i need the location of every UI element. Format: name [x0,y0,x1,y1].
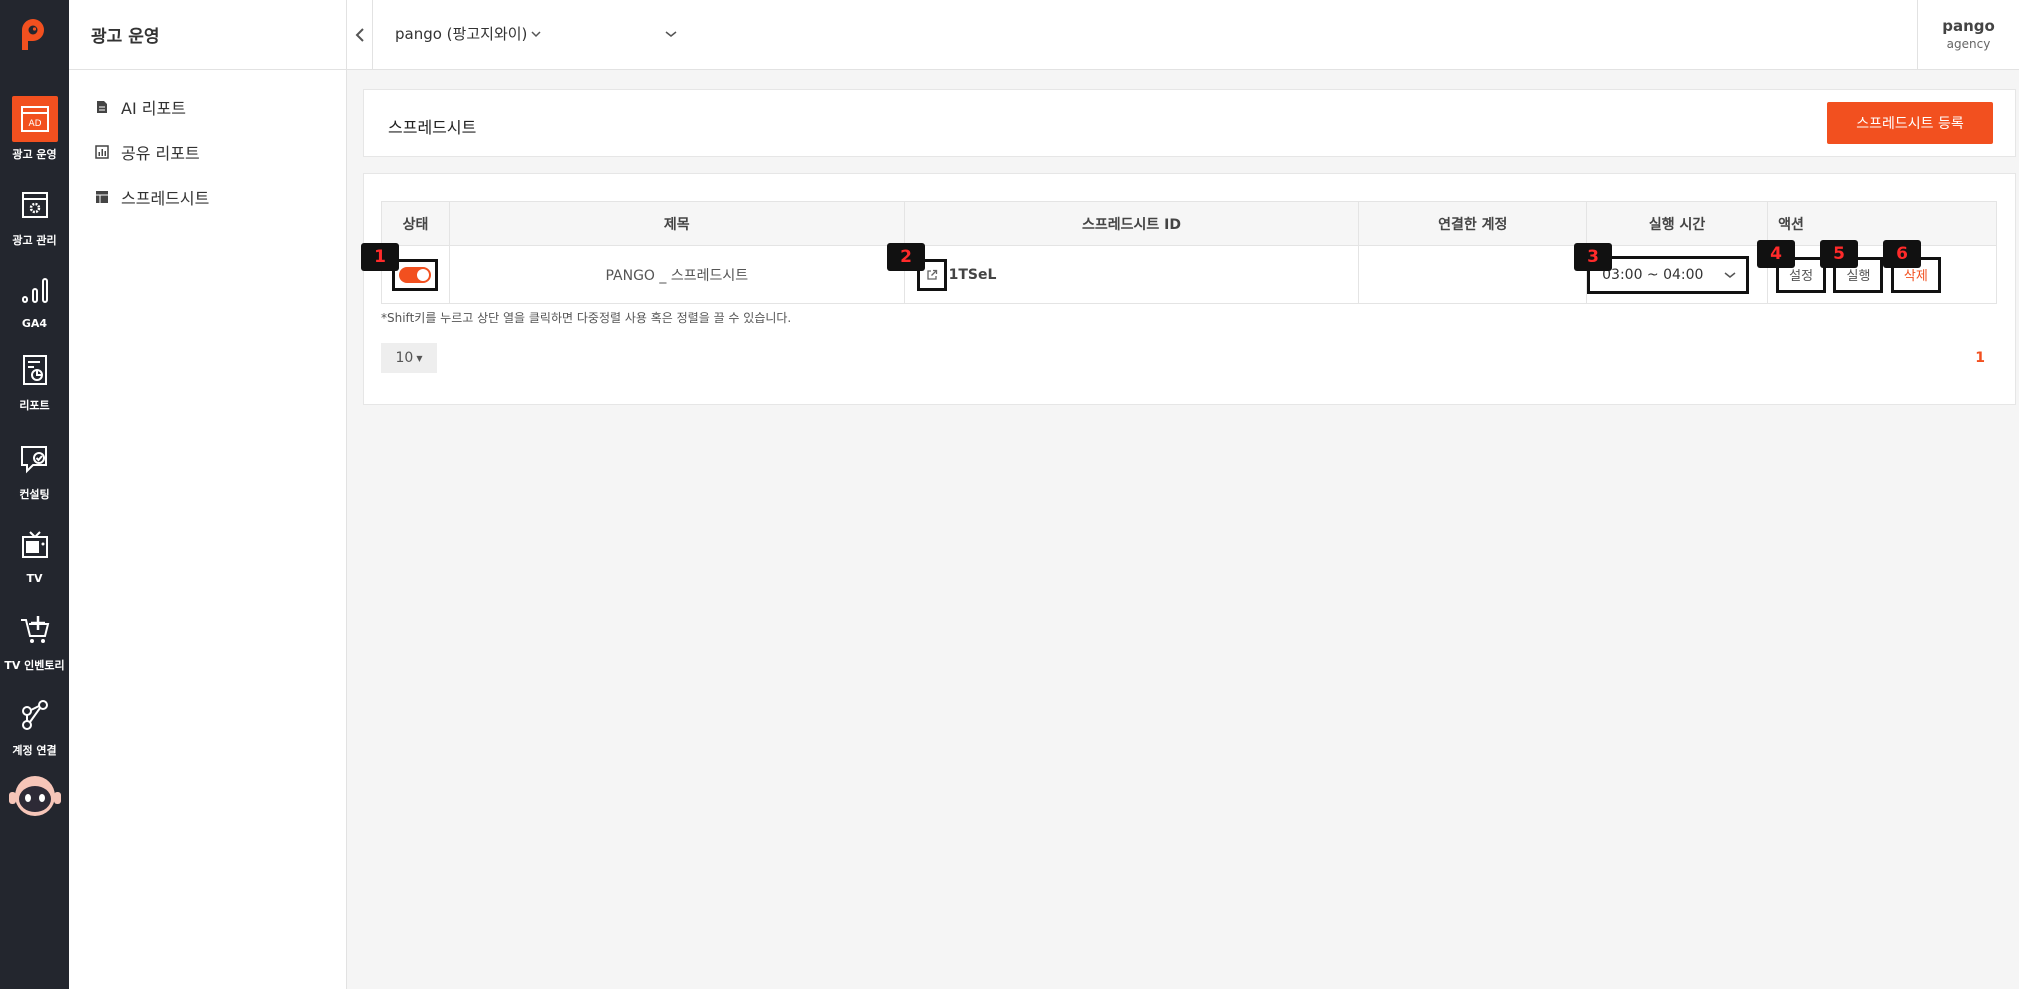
rail-item-consulting[interactable]: 컨설팅 [0,434,69,510]
annotation-badge-4: 4 [1757,240,1795,268]
rail-label: TV [26,572,43,585]
rail-label: 광고 운영 [12,148,57,161]
collapse-sidebar-button[interactable] [347,0,373,69]
robot-avatar-icon[interactable] [7,772,63,820]
consulting-icon [18,442,52,476]
title-cell: PANGO _ 스프레드시트 [448,245,905,304]
column-header-linked-account[interactable]: 연결한 계정 [1358,201,1588,246]
document-icon [95,100,109,114]
rail-item-ga4[interactable]: GA4 [0,265,69,341]
rail-item-tv[interactable]: TV [0,520,69,596]
sub-sidebar-item-label: 공유 리포트 [121,144,200,163]
linked-account-cell [1358,245,1588,304]
tv-icon [18,528,52,562]
page-size-select[interactable]: 10 ▼ [381,343,437,373]
user-role: agency [1946,37,1991,51]
rail-label: 컨설팅 [19,488,50,501]
sub-sidebar-item-label: AI 리포트 [121,99,186,118]
caret-down-icon: ▼ [416,353,423,363]
svg-text:AD: AD [28,119,41,129]
rail-item-tv-inventory[interactable]: TV 인벤토리 [0,605,69,681]
page-size-value: 10 [395,350,414,366]
rail-item-account-link[interactable]: 계정 연결 [0,690,69,766]
table-header-row: 상태 제목 스프레드시트 ID 연결한 계정 실행 시간 액션 [381,201,1997,246]
user-profile[interactable]: pango agency [1917,0,2019,69]
icon-rail: AD 광고 운영 광고 관리 GA4 리포트 컨설팅 TV TV 인벤토리 계정… [0,0,69,989]
secondary-dropdown[interactable] [665,26,677,42]
top-bar: pango (팡고지와이) pango agency [347,0,2019,70]
sub-sidebar-item-shared-report[interactable]: 공유 리포트 [95,139,200,165]
sheet-id-wrapper: 1TSeL [905,258,1359,291]
status-toggle[interactable] [399,266,432,283]
annotation-badge-6: 6 [1883,240,1921,268]
sheet-id-link[interactable]: 1TSeL [949,267,997,283]
chart-box-icon [95,145,109,159]
run-time-cell: 03:00 ~ 04:00 [1586,245,1769,304]
rail-label: 리포트 [19,399,50,412]
sub-sidebar: 광고 운영 AI 리포트 공유 리포트 스프레드시트 [69,0,347,989]
account-name: pango (팡고지와이) [395,25,528,43]
column-header-sheet-id[interactable]: 스프레드시트 ID [903,201,1360,246]
sheet-id-cell: 1TSeL [903,245,1360,304]
run-time-value: 03:00 ~ 04:00 [1602,266,1704,283]
chevron-down-icon [531,30,541,37]
annotation-badge-2: 2 [887,243,925,271]
column-header-title[interactable]: 제목 [448,201,905,246]
rail-item-ad-operation[interactable]: AD 광고 운영 [0,94,69,170]
rail-label: 광고 관리 [12,234,57,247]
page-title: 스프레드시트 [388,118,477,137]
ad-icon: AD [11,96,58,142]
sub-sidebar-item-ai-report[interactable]: AI 리포트 [95,94,186,120]
chevron-left-icon [355,27,364,42]
report-icon [18,353,52,387]
bar-chart-icon [18,273,52,307]
pango-logo-icon[interactable] [18,18,48,52]
column-header-run-time[interactable]: 실행 시간 [1586,201,1769,246]
settings-window-icon [18,188,52,222]
cart-icon [18,613,52,647]
pagination-page-1[interactable]: 1 [1975,350,1985,366]
table-icon [95,190,109,204]
sub-sidebar-item-spreadsheet[interactable]: 스프레드시트 [95,184,209,210]
spreadsheet-table: 상태 제목 스프레드시트 ID 연결한 계정 실행 시간 액션 PANGO _ … [381,201,1997,304]
page-header-card: 스프레드시트 스프레드시트 등록 [363,89,2016,157]
external-link-icon [926,269,937,280]
annotation-badge-1: 1 [361,243,399,271]
sub-sidebar-item-label: 스프레드시트 [121,189,210,208]
rail-item-ad-management[interactable]: 광고 관리 [0,180,69,256]
sort-hint-text: *Shift키를 누르고 상단 열을 클릭하면 다중정렬 사용 혹은 정렬을 끌… [381,311,792,325]
rail-item-report[interactable]: 리포트 [0,345,69,421]
account-selector[interactable]: pango (팡고지와이) [395,23,541,44]
share-nodes-icon [18,698,52,732]
user-name: pango [1942,17,1995,35]
annotation-badge-5: 5 [1820,240,1858,268]
spreadsheet-table-card: 상태 제목 스프레드시트 ID 연결한 계정 실행 시간 액션 PANGO _ … [363,173,2016,405]
rail-label: 계정 연결 [12,744,57,757]
chevron-down-icon [665,31,677,37]
divider [69,69,346,70]
chevron-down-icon [1724,271,1736,278]
sub-sidebar-title: 광고 운영 [91,27,160,47]
status-toggle-wrapper [392,258,439,291]
column-header-status[interactable]: 상태 [381,201,450,246]
rail-label: GA4 [21,317,48,330]
register-spreadsheet-button[interactable]: 스프레드시트 등록 [1827,102,1993,144]
column-header-actions[interactable]: 액션 [1767,201,1997,246]
table-row: PANGO _ 스프레드시트 1TSeL 03:00 ~ 04:00 설정 실행… [381,245,1997,304]
annotation-badge-3: 3 [1574,243,1612,271]
rail-label: TV 인벤토리 [4,659,65,672]
